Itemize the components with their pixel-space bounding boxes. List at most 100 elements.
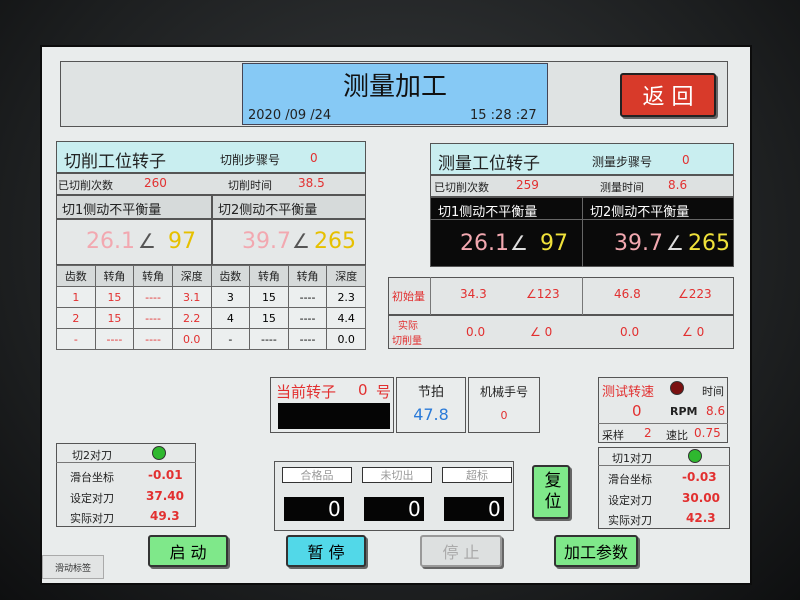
table-cell: 4 bbox=[210, 307, 251, 329]
table-row: 1 15 ---- 3.1 3 15 ---- 2.3 bbox=[56, 286, 366, 308]
table-cell: 2.3 bbox=[326, 286, 366, 308]
cut-side2-magnitude: 39.7 bbox=[242, 229, 291, 254]
reset-button-label: 复位 bbox=[540, 471, 561, 513]
actual-side1-angle: ∠ 0 bbox=[530, 325, 553, 339]
speed-divider bbox=[598, 423, 728, 424]
initial-side2-magnitude: 46.8 bbox=[614, 287, 641, 301]
cut1-slide-label: 滑台坐标 bbox=[608, 473, 652, 486]
cut-step-label: 切削步骤号 bbox=[220, 153, 281, 167]
measure-step-label: 测量步骤号 bbox=[592, 155, 653, 169]
time-display: 15 :28 :27 bbox=[470, 108, 537, 123]
cut-time-label: 切削时间 bbox=[228, 179, 272, 192]
measure-side1-label: 切1侧动不平衡量 bbox=[438, 205, 538, 220]
measure-side1-angle: 97 bbox=[540, 231, 568, 256]
cut-station-title: 切削工位转子 bbox=[64, 152, 166, 172]
cut2-actual-label: 实际对刀 bbox=[70, 512, 114, 525]
table-cell: 3 bbox=[210, 286, 251, 308]
table-cell: - bbox=[56, 328, 96, 350]
cut-side1-angle-symbol: ∠ bbox=[138, 229, 156, 253]
table-header-row: 齿数 转角 转角 深度 齿数 转角 转角 深度 bbox=[56, 265, 366, 287]
date-display: 2020 /09 /24 bbox=[248, 108, 332, 123]
speed-indicator-icon bbox=[670, 381, 684, 395]
table-cell: 2 bbox=[56, 307, 96, 329]
cut2-tool-title: 切2对刀 bbox=[72, 449, 112, 462]
table-cell: 0.0 bbox=[326, 328, 366, 350]
over-label: 超标 bbox=[442, 467, 512, 483]
speed-time-label: 时间 bbox=[702, 385, 724, 398]
cut-count-label: 已切削次数 bbox=[58, 179, 113, 192]
measure-time-label: 测量时间 bbox=[600, 181, 644, 194]
actual-label-line2: 切削量 bbox=[392, 336, 422, 347]
beat-value: 47.8 bbox=[413, 405, 449, 424]
rpm-unit: RPM bbox=[670, 405, 698, 418]
back-button[interactable]: 返 回 bbox=[620, 73, 716, 117]
ratio-value: 0.75 bbox=[694, 426, 721, 440]
cut-side1-angle: 97 bbox=[168, 229, 196, 254]
table-cell: 1 bbox=[56, 286, 96, 308]
actual-side2-magnitude: 0.0 bbox=[620, 325, 640, 339]
page-title: 测量加工 bbox=[342, 71, 447, 102]
measure-station-title: 测量工位转子 bbox=[438, 154, 540, 174]
uncut-label: 未切出 bbox=[362, 467, 432, 483]
robot-label: 机械手号 bbox=[479, 385, 528, 399]
cut-time-value: 38.5 bbox=[298, 176, 325, 190]
table-cell: - bbox=[210, 328, 251, 350]
cut2-slide-value: -0.01 bbox=[148, 468, 183, 482]
rpm-value: 0 bbox=[632, 402, 642, 420]
measure-count-label: 已切削次数 bbox=[434, 181, 489, 194]
actual-side2-angle: ∠ 0 bbox=[682, 325, 705, 339]
process-params-button[interactable]: 加工参数 bbox=[554, 535, 638, 567]
measure-side1-angle-symbol: ∠ bbox=[510, 231, 528, 255]
table-cell: ---- bbox=[133, 286, 173, 308]
table-cell: ---- bbox=[249, 328, 289, 350]
measure-side2-magnitude: 39.7 bbox=[614, 231, 663, 256]
cut-depth-table: 齿数 转角 转角 深度 齿数 转角 转角 深度 1 15 ---- 3.1 3 … bbox=[56, 265, 366, 350]
cut-step-value: 0 bbox=[310, 151, 318, 165]
measure-time-value: 8.6 bbox=[668, 178, 688, 192]
table-header: 深度 bbox=[171, 265, 212, 287]
sample-label: 采样 bbox=[602, 429, 624, 442]
table-header: 转角 bbox=[287, 265, 328, 287]
initial-side1-magnitude: 34.3 bbox=[460, 287, 487, 301]
cut2-set-value: 37.40 bbox=[146, 489, 184, 503]
measure-count-value: 259 bbox=[516, 178, 539, 192]
table-cell: 4.4 bbox=[326, 307, 366, 329]
table-cell: 15 bbox=[94, 307, 135, 329]
cut1-actual-value: 42.3 bbox=[686, 511, 716, 525]
robot-value: 0 bbox=[500, 409, 508, 422]
cut1-indicator-icon bbox=[688, 449, 702, 463]
speed-label: 测试转速 bbox=[602, 385, 655, 400]
table-cell: 15 bbox=[94, 286, 135, 308]
table-cell: ---- bbox=[94, 328, 135, 350]
measure-side2-angle: 265 bbox=[688, 231, 730, 256]
cut-side2-angle: 265 bbox=[314, 229, 356, 254]
table-header: 齿数 bbox=[210, 265, 251, 287]
cut1-set-label: 设定对刀 bbox=[608, 494, 652, 507]
pause-button[interactable]: 暂 停 bbox=[286, 535, 366, 567]
cut1-tool-title: 切1对刀 bbox=[612, 452, 652, 465]
table-cell: 15 bbox=[249, 307, 289, 329]
stop-button[interactable]: 停 止 bbox=[420, 535, 502, 567]
speed-time-value: 8.6 bbox=[706, 404, 726, 418]
initial-side1-angle: ∠123 bbox=[526, 287, 560, 301]
measure-step-value: 0 bbox=[682, 153, 690, 167]
cut2-actual-value: 49.3 bbox=[150, 509, 180, 523]
table-cell: 15 bbox=[249, 286, 289, 308]
measure-side2-label: 切2侧动不平衡量 bbox=[590, 205, 690, 220]
uncut-counter-value: 0 bbox=[408, 497, 421, 521]
measure-side1-magnitude: 26.1 bbox=[460, 231, 509, 256]
table-cell: ---- bbox=[287, 307, 328, 329]
slide-tab[interactable]: 滑动标签 bbox=[42, 555, 104, 579]
actual-label-line1: 实际 bbox=[398, 321, 418, 332]
start-button[interactable]: 启 动 bbox=[148, 535, 228, 567]
cut1-set-value: 30.00 bbox=[682, 491, 720, 505]
cut2-indicator-icon bbox=[152, 446, 166, 460]
measure-side2-angle-symbol: ∠ bbox=[666, 231, 684, 255]
table-header: 深度 bbox=[326, 265, 366, 287]
current-rotor-label: 当前转子 bbox=[276, 383, 337, 401]
measure-divider bbox=[582, 197, 583, 267]
table-cell: 2.2 bbox=[171, 307, 212, 329]
table-header: 转角 bbox=[133, 265, 173, 287]
cut2-slide-label: 滑台坐标 bbox=[70, 471, 114, 484]
pass-counter-value: 0 bbox=[328, 497, 341, 521]
